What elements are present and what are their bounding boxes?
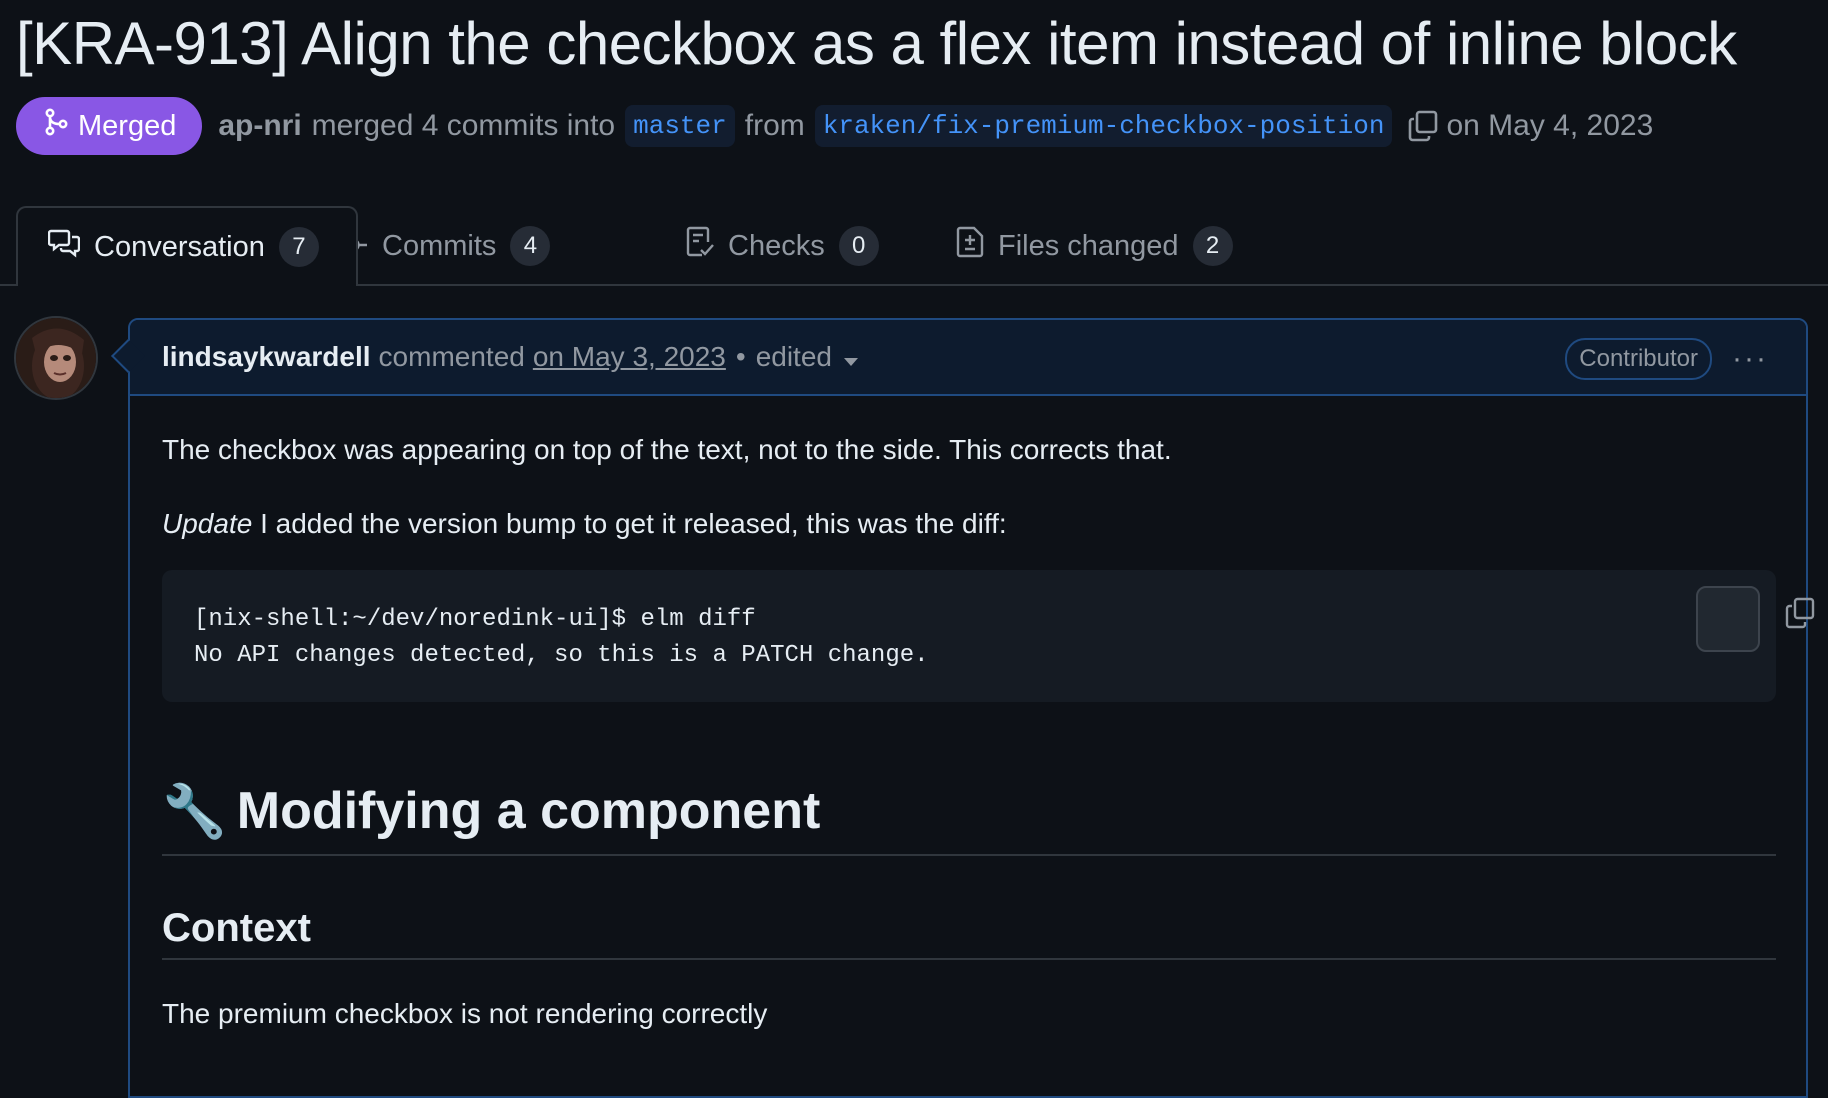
pr-tabs: Conversation 7 Commits 4 Checks 0 Files … <box>0 206 1828 286</box>
comment-author-link[interactable]: lindsaykwardell <box>162 341 371 373</box>
copy-branch-icon[interactable] <box>1408 110 1438 142</box>
copy-code-button[interactable] <box>1696 586 1815 652</box>
pr-meta: Merged ap-nri merged 4 commits into mast… <box>16 96 1663 156</box>
section-heading-text: Modifying a component <box>236 782 821 840</box>
avatar[interactable] <box>14 316 98 400</box>
base-branch-link[interactable]: master <box>625 105 735 147</box>
separator-dot: • <box>735 341 746 372</box>
update-emphasis: Update <box>162 508 253 539</box>
update-paragraph: Update I added the version bump to get i… <box>162 508 1007 540</box>
git-merge-icon <box>44 108 68 144</box>
tab-commits-count: 4 <box>510 226 551 266</box>
copy-icon <box>1641 561 1815 678</box>
context-heading: Context <box>162 898 1776 960</box>
code-block: [nix-shell:~/dev/noredink-ui]$ elm diff … <box>162 570 1815 702</box>
section-heading: 🔧 Modifying a component <box>162 768 1776 856</box>
merged-date: on May 4, 2023 <box>1446 109 1654 142</box>
comment-box: lindsaykwardell commented on May 3, 2023… <box>128 318 1815 1098</box>
comment-date-link[interactable]: on May 3, 2023 <box>533 341 726 373</box>
merged-label: Merged <box>78 109 177 142</box>
caret-down-icon <box>843 358 858 366</box>
merged-state-badge: Merged <box>16 97 203 155</box>
tab-files-changed[interactable]: Files changed 2 <box>956 206 1233 286</box>
tab-checks-label: Checks <box>728 229 825 262</box>
comment-header: lindsaykwardell commented on May 3, 2023… <box>130 320 1806 396</box>
merge-text: merged 4 commits into <box>311 109 616 142</box>
comment-discussion-icon <box>47 228 81 266</box>
kebab-horizontal-icon[interactable]: ··· <box>1732 342 1768 376</box>
tab-files-count: 2 <box>1192 226 1233 266</box>
comment-paragraph: The checkbox was appearing on top of the… <box>162 434 1172 465</box>
checklist-icon <box>686 226 714 266</box>
pr-author-link[interactable]: ap-nri <box>218 109 301 143</box>
from-text: from <box>744 109 805 142</box>
code-text: [nix-shell:~/dev/noredink-ui]$ elm diff … <box>194 606 929 669</box>
context-paragraph: The premium checkbox is not rendering co… <box>162 998 768 1029</box>
update-text: I added the version bump to get it relea… <box>252 508 1007 539</box>
comment-action: commented <box>378 341 525 372</box>
tab-checks-count: 0 <box>838 226 879 266</box>
tab-checks[interactable]: Checks 0 <box>686 206 879 286</box>
wrench-icon: 🔧 <box>162 782 227 841</box>
edited-dropdown[interactable]: edited <box>756 341 858 373</box>
tab-commits-label: Commits <box>382 229 497 262</box>
contributor-badge: Contributor <box>1565 338 1712 380</box>
tab-commits[interactable]: Commits 4 <box>338 206 551 286</box>
pr-title: [KRA-913] Align the checkbox as a flex i… <box>16 10 1737 77</box>
tab-conversation-label: Conversation <box>94 230 265 263</box>
file-diff-icon <box>956 226 984 266</box>
tab-conversation-count: 7 <box>278 227 319 267</box>
tab-conversation[interactable]: Conversation 7 <box>16 206 358 286</box>
head-branch-link[interactable]: kraken/fix-premium-checkbox-position <box>814 105 1393 147</box>
tab-files-label: Files changed <box>998 229 1179 262</box>
edited-label: edited <box>755 341 832 372</box>
